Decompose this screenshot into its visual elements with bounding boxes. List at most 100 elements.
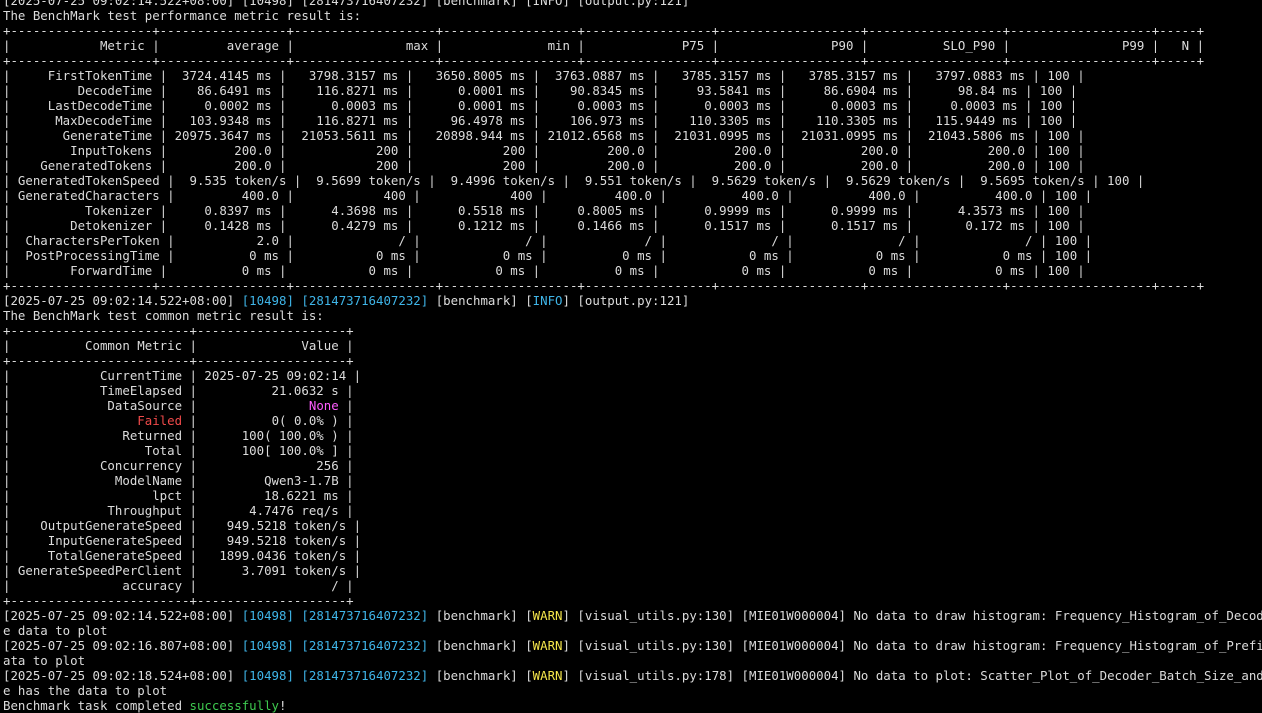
terminal-text-segment: | FirstTokenTime | 3724.4145 ms | 3798.3… — [3, 68, 1085, 83]
terminal-text-segment: | Throughput | 4.7476 req/s | — [3, 503, 354, 518]
terminal-text-segment: successfully — [189, 698, 280, 713]
terminal-text-segment: The BenchMark test performance metric re… — [3, 8, 362, 23]
terminal-line: +------------------------+--------------… — [3, 353, 1262, 368]
terminal-line: | Concurrency | 256 | — [3, 458, 1262, 473]
terminal-line: | InputGenerateSpeed | 949.5218 token/s … — [3, 533, 1262, 548]
terminal-text-segment: WARN — [532, 608, 563, 623]
terminal-text-segment: | Common Metric | Value | — [3, 338, 354, 353]
terminal-line: The BenchMark test common metric result … — [3, 308, 1262, 323]
terminal-text-segment: [10498] — [241, 638, 294, 653]
terminal-text-segment: [10498] — [241, 668, 294, 683]
terminal-line: | CurrentTime | 2025-07-25 09:02:14 | — [3, 368, 1262, 383]
terminal-text-segment: [10498] — [241, 293, 294, 308]
terminal-text-segment: ] [visual_utils.py:130] [MIE01W000004] N… — [562, 638, 1262, 653]
terminal-text-segment: [2025-07-25 09:02:16.807+08:00] — [3, 638, 242, 653]
terminal-line: +-------------------+-----------------+-… — [3, 53, 1262, 68]
terminal-line: | OutputGenerateSpeed | 949.5218 token/s… — [3, 518, 1262, 533]
terminal-line: | DataSource | None | — [3, 398, 1262, 413]
terminal-text-segment: | Total | 100[ 100.0% ] | — [3, 443, 354, 458]
terminal-line: | GeneratedCharacters | 400.0 | 400 | 40… — [3, 188, 1262, 203]
terminal-text-segment: | GeneratedCharacters | 400.0 | 400 | 40… — [3, 188, 1093, 203]
terminal-line: | Metric | average | max | min | P75 | P… — [3, 38, 1262, 53]
terminal-text-segment: | Detokenizer | 0.1428 ms | 0.4279 ms | … — [3, 218, 1085, 233]
terminal-text-segment: WARN — [532, 668, 563, 683]
terminal-text-segment: [2025-07-25 09:02:18.524+08:00] — [3, 668, 242, 683]
terminal-line: | TimeElapsed | 21.0632 s | — [3, 383, 1262, 398]
terminal-text-segment: WARN — [532, 638, 563, 653]
terminal-text-segment: | GenerateSpeedPerClient | 3.7091 token/… — [3, 563, 362, 578]
terminal-line: | GeneratedTokens | 200.0 | 200 | 200 | … — [3, 158, 1262, 173]
terminal-line: [2025-07-25 09:02:14.522+08:00] [10498] … — [3, 0, 1262, 8]
terminal-text-segment: | InputTokens | 200.0 | 200 | 200 | 200.… — [3, 143, 1085, 158]
terminal-text-segment: [benchmark] [ — [428, 638, 533, 653]
terminal-line: | Tokenizer | 0.8397 ms | 4.3698 ms | 0.… — [3, 203, 1262, 218]
terminal-line: | lpct | 18.6221 ms | — [3, 488, 1262, 503]
terminal-text-segment: The BenchMark test common metric result … — [3, 308, 324, 323]
terminal-line: ata to plot — [3, 653, 1262, 668]
terminal-line: +------------------------+--------------… — [3, 593, 1262, 608]
terminal-line: | LastDecodeTime | 0.0002 ms | 0.0003 ms… — [3, 98, 1262, 113]
terminal-text-segment: | LastDecodeTime | 0.0002 ms | 0.0003 ms… — [3, 98, 1078, 113]
terminal-text-segment: +------------------------+--------------… — [3, 353, 354, 368]
terminal-text-segment: Failed — [137, 413, 183, 428]
terminal-line: +-------------------+-----------------+-… — [3, 278, 1262, 293]
terminal-text-segment: | ModelName | Qwen3-1.7B | — [3, 473, 354, 488]
terminal-text-segment: [2025-07-25 09:02:14.522+08:00] — [3, 608, 242, 623]
terminal-line: The BenchMark test performance metric re… — [3, 8, 1262, 23]
terminal-text-segment: | Concurrency | 256 | — [3, 458, 354, 473]
terminal-text-segment: [benchmark] [ — [428, 608, 533, 623]
terminal-text-segment: | lpct | 18.6221 ms | — [3, 488, 354, 503]
terminal-text-segment: [10498] — [241, 608, 294, 623]
terminal-text-segment: | CurrentTime | 2025-07-25 09:02:14 | — [3, 368, 362, 383]
terminal-text-segment: e has the data to plot — [3, 683, 168, 698]
terminal-line: | CharactersPerToken | 2.0 | / | / | / |… — [3, 233, 1262, 248]
terminal-text-segment: [281473716407232] — [301, 638, 429, 653]
terminal-text-segment: | accuracy | / | — [3, 578, 354, 593]
terminal-text-segment: | InputGenerateSpeed | 949.5218 token/s … — [3, 533, 362, 548]
terminal-line: | FirstTokenTime | 3724.4145 ms | 3798.3… — [3, 68, 1262, 83]
terminal-line: | Total | 100[ 100.0% ] | — [3, 443, 1262, 458]
terminal-line: | Detokenizer | 0.1428 ms | 0.4279 ms | … — [3, 218, 1262, 233]
terminal-text-segment: | DecodeTime | 86.6491 ms | 116.8271 ms … — [3, 83, 1078, 98]
terminal-text-segment: | MaxDecodeTime | 103.9348 ms | 116.8271… — [3, 113, 1078, 128]
terminal-text-segment: | GenerateTime | 20975.3647 ms | 21053.5… — [3, 128, 1085, 143]
terminal-text-segment: [2025-07-25 09:02:14.522+08:00] [10498] … — [3, 0, 690, 8]
terminal-line: | DecodeTime | 86.6491 ms | 116.8271 ms … — [3, 83, 1262, 98]
terminal-text-segment: | Tokenizer | 0.8397 ms | 4.3698 ms | 0.… — [3, 203, 1085, 218]
terminal-line: | TotalGenerateSpeed | 1899.0436 token/s… — [3, 548, 1262, 563]
terminal-line: | MaxDecodeTime | 103.9348 ms | 116.8271… — [3, 113, 1262, 128]
terminal-text-segment: +-------------------+-----------------+-… — [3, 53, 1205, 68]
terminal-line: | PostProcessingTime | 0 ms | 0 ms | 0 m… — [3, 248, 1262, 263]
terminal-line: | GeneratedTokenSpeed | 9.535 token/s | … — [3, 173, 1262, 188]
terminal-output[interactable]: [2025-07-25 09:02:14.522+08:00] [10498] … — [3, 0, 1262, 713]
terminal-line: [2025-07-25 09:02:14.522+08:00] [10498] … — [3, 608, 1262, 623]
terminal-text-segment: | Metric | average | max | min | P75 | P… — [3, 38, 1205, 53]
terminal-line: | Throughput | 4.7476 req/s | — [3, 503, 1262, 518]
terminal-line: | ModelName | Qwen3-1.7B | — [3, 473, 1262, 488]
terminal-text-segment: | — [338, 398, 354, 413]
terminal-text-segment: [281473716407232] — [301, 668, 429, 683]
terminal-text-segment: ] [visual_utils.py:178] [MIE01W000004] N… — [562, 668, 1262, 683]
terminal-text-segment: ata to plot — [3, 653, 86, 668]
terminal-line: | Returned | 100( 100.0% ) | — [3, 428, 1262, 443]
terminal-line: | GenerateTime | 20975.3647 ms | 21053.5… — [3, 128, 1262, 143]
terminal-text-segment: | TimeElapsed | 21.0632 s | — [3, 383, 354, 398]
terminal-line: e has the data to plot — [3, 683, 1262, 698]
terminal-text-segment: [281473716407232] — [301, 293, 429, 308]
terminal-line: | GenerateSpeedPerClient | 3.7091 token/… — [3, 563, 1262, 578]
terminal-text-segment: | PostProcessingTime | 0 ms | 0 ms | 0 m… — [3, 248, 1093, 263]
terminal-text-segment: [2025-07-25 09:02:14.522+08:00] — [3, 293, 242, 308]
terminal-text-segment: [benchmark] [ — [428, 668, 533, 683]
terminal-text-segment: | TotalGenerateSpeed | 1899.0436 token/s… — [3, 548, 362, 563]
terminal-text-segment: | GeneratedTokenSpeed | 9.535 token/s | … — [3, 173, 1145, 188]
terminal-text-segment: | CharactersPerToken | 2.0 | / | / | / |… — [3, 233, 1093, 248]
terminal-line: | ForwardTime | 0 ms | 0 ms | 0 ms | 0 m… — [3, 263, 1262, 278]
terminal-line: [2025-07-25 09:02:18.524+08:00] [10498] … — [3, 668, 1262, 683]
terminal-text-segment: [281473716407232] — [301, 608, 429, 623]
terminal-line: | InputTokens | 200.0 | 200 | 200 | 200.… — [3, 143, 1262, 158]
terminal-line: e data to plot — [3, 623, 1262, 638]
terminal-text-segment: +------------------------+--------------… — [3, 593, 354, 608]
terminal-text-segment: +------------------------+--------------… — [3, 323, 354, 338]
terminal-text-segment: | ForwardTime | 0 ms | 0 ms | 0 ms | 0 m… — [3, 263, 1085, 278]
terminal-text-segment: | DataSource | — [3, 398, 309, 413]
